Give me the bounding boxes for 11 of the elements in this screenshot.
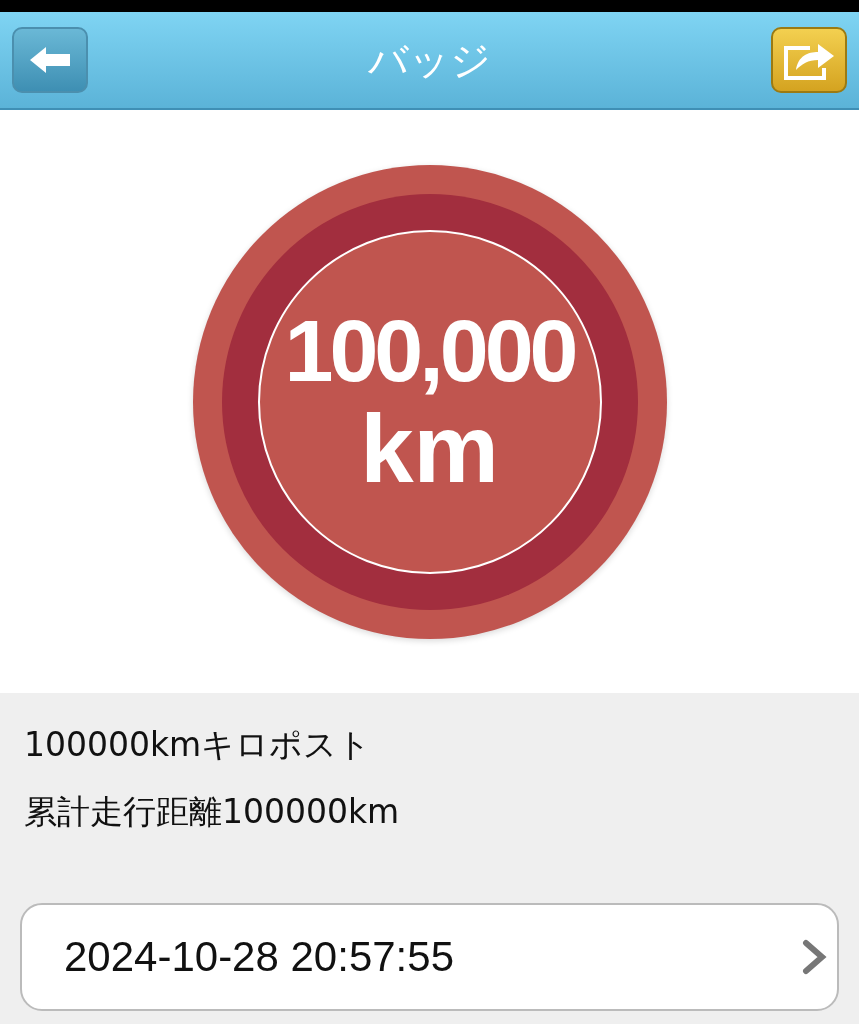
badge-name: 100000kmキロポスト — [24, 724, 373, 766]
page-title: バッジ — [368, 35, 491, 85]
chevron-right-icon — [801, 939, 827, 975]
badge-unit: km — [360, 400, 499, 497]
back-button[interactable] — [12, 27, 88, 93]
left-arrow-icon — [28, 45, 72, 75]
date-text: 2024-10-28 20:57:55 — [64, 933, 454, 981]
badge-description: 累計走行距離100000km — [24, 791, 401, 833]
badge-value: 100,000 — [284, 306, 575, 395]
share-button[interactable] — [771, 27, 847, 93]
date-row[interactable]: 2024-10-28 20:57:55 — [20, 903, 839, 1011]
